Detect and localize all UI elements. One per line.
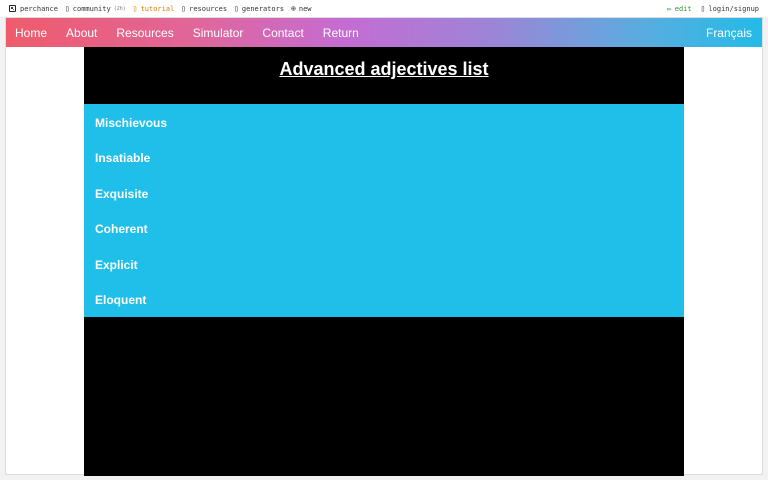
list-item: Explicit (95, 258, 138, 272)
generator-frame: Home About Resources Simulator Contact R… (5, 17, 763, 476)
dice-icon (9, 5, 16, 12)
list-item: Coherent (95, 222, 148, 236)
generators-label: generators (241, 4, 285, 13)
list-item: Exquisite (95, 187, 149, 201)
edit-label: edit (674, 4, 692, 13)
resources-icon: ▯ (181, 3, 187, 13)
new-link[interactable]: ⊕ new (291, 3, 312, 13)
community-label: community (72, 4, 111, 13)
nav-resources[interactable]: Resources (116, 26, 173, 40)
login-label: login/signup (708, 4, 759, 13)
adjective-list: Mischievous Insatiable Exquisite Coheren… (84, 104, 684, 317)
new-label: new (298, 4, 312, 13)
generators-link[interactable]: ▯ generators (234, 3, 285, 13)
nav-language[interactable]: Français (706, 26, 752, 40)
home-link[interactable]: perchance (9, 5, 58, 13)
nav-about[interactable]: About (66, 26, 97, 40)
resources-link[interactable]: ▯ resources (181, 3, 228, 13)
toolbar-right: ✏ edit ▯ login/signup (666, 3, 768, 13)
page-title: Advanced adjectives list (279, 59, 489, 79)
nav-return[interactable]: Return (323, 26, 359, 40)
list-item: Insatiable (95, 151, 151, 165)
book-icon: ▯ (132, 3, 138, 13)
pencil-icon: ✏ (666, 3, 672, 13)
tutorial-link[interactable]: ▯ tutorial (132, 3, 175, 13)
resources-label: resources (189, 4, 228, 13)
nav-simulator[interactable]: Simulator (193, 26, 244, 40)
generators-icon: ▯ (234, 3, 239, 13)
list-item: Eloquent (95, 293, 147, 307)
edit-link[interactable]: ✏ edit (666, 3, 692, 13)
community-link[interactable]: ▯ community (2h) (64, 3, 126, 13)
tutorial-label: tutorial (140, 4, 175, 13)
nav-contact[interactable]: Contact (262, 26, 303, 40)
community-badge: (2h) (113, 5, 126, 12)
user-icon: ▯ (700, 3, 706, 13)
nav-home[interactable]: Home (15, 26, 47, 40)
list-item: Mischievous (95, 116, 168, 130)
chat-icon: ▯ (64, 3, 70, 13)
nav-bar: Home About Resources Simulator Contact R… (6, 18, 762, 47)
toolbar-left: perchance ▯ community (2h) ▯ tutorial ▯ … (0, 3, 319, 13)
content-panel: Advanced adjectives list Mischievous Ins… (84, 47, 684, 476)
perchance-toolbar: perchance ▯ community (2h) ▯ tutorial ▯ … (0, 0, 768, 17)
login-link[interactable]: ▯ login/signup (700, 3, 759, 13)
plus-circle-icon: ⊕ (291, 3, 296, 13)
site-name: perchance (20, 4, 58, 13)
